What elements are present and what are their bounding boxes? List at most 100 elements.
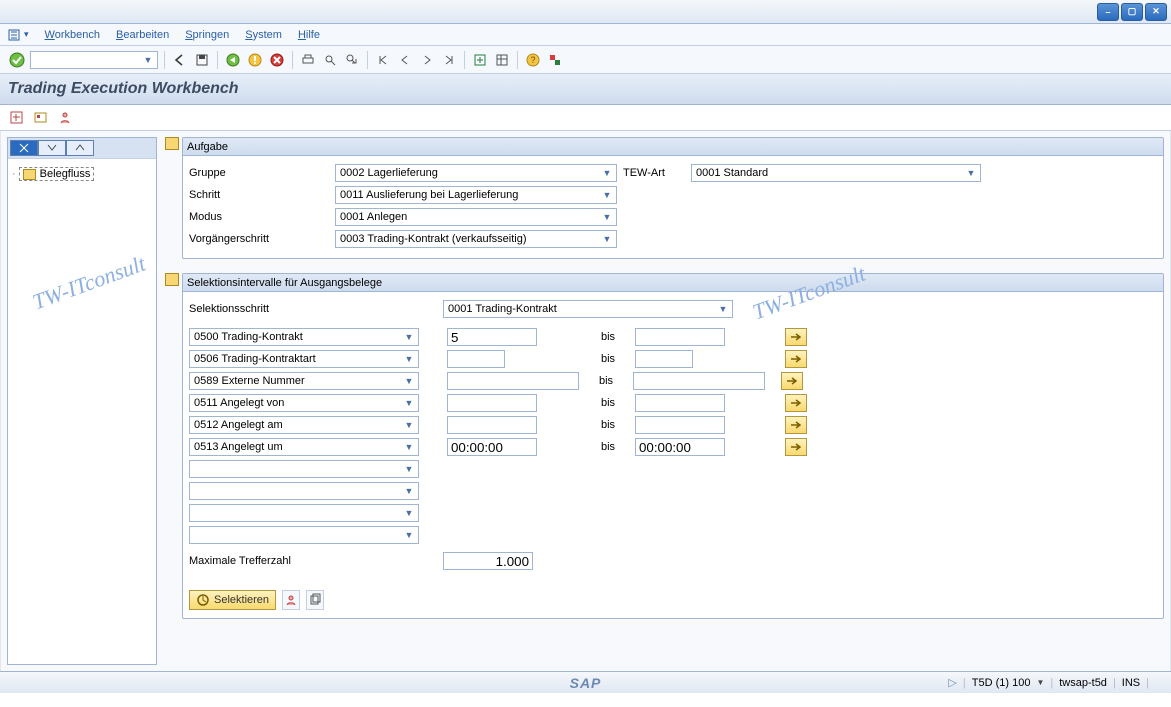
menu-lead-icon[interactable]: ▾ xyxy=(8,28,29,42)
multi-select-button[interactable] xyxy=(785,328,807,346)
sel-field-dropdown[interactable]: 0512 Angelegt am▼ xyxy=(189,416,419,434)
sel-to-input[interactable] xyxy=(635,350,693,368)
gruppe-dropdown[interactable]: 0002 Lagerlieferung▼ xyxy=(335,164,617,182)
sel-from-input[interactable] xyxy=(447,394,537,412)
selection-row: 0512 Angelegt am▼ bis xyxy=(189,414,1157,436)
multi-select-button[interactable] xyxy=(785,416,807,434)
sel-to-input[interactable] xyxy=(635,416,725,434)
selection-row: 0506 Trading-Kontraktart▼bis xyxy=(189,348,1157,370)
find-next-icon[interactable] xyxy=(343,51,361,69)
sel-from-input[interactable] xyxy=(447,328,537,346)
find-icon[interactable] xyxy=(321,51,339,69)
system-topbar: – ▢ ✕ xyxy=(0,0,1171,24)
app-icon-3[interactable] xyxy=(56,109,74,127)
menu-workbench[interactable]: Workbench xyxy=(45,29,100,41)
aufgabe-header-label: Aufgabe xyxy=(187,141,228,153)
status-nav-icon[interactable]: ▷ xyxy=(948,676,956,689)
selektieren-button[interactable]: Selektieren xyxy=(189,590,276,610)
sel-to-input[interactable] xyxy=(635,394,725,412)
command-field[interactable]: ▼ xyxy=(30,51,158,69)
menu-system[interactable]: System xyxy=(245,29,282,41)
new-session-icon[interactable] xyxy=(471,51,489,69)
side-expand-button[interactable] xyxy=(38,140,66,156)
copy-icon[interactable] xyxy=(306,590,324,610)
content-area: Aufgabe Gruppe 0002 Lagerlieferung▼ TEW-… xyxy=(165,137,1164,665)
side-panel: · Belegfluss xyxy=(7,137,157,665)
app-toolbar xyxy=(0,105,1171,131)
last-page-icon[interactable] xyxy=(440,51,458,69)
enter-icon[interactable] xyxy=(8,51,26,69)
layout-icon[interactable] xyxy=(493,51,511,69)
sel-empty-dropdown[interactable]: ▼ xyxy=(189,482,419,500)
main-area: · Belegfluss Aufgabe Gruppe 0002 Lagerli… xyxy=(0,131,1171,671)
aufgabe-header: Aufgabe xyxy=(183,138,1163,156)
status-dropdown-icon[interactable]: ▼ xyxy=(1036,678,1044,687)
back-ball-icon[interactable] xyxy=(224,51,242,69)
multi-select-button[interactable] xyxy=(785,394,807,412)
page-title: Trading Execution Workbench xyxy=(8,80,239,97)
sel-empty-dropdown[interactable]: ▼ xyxy=(189,504,419,522)
cancel-ball-icon[interactable] xyxy=(268,51,286,69)
sel-field-dropdown[interactable]: 0589 Externe Nummer▼ xyxy=(189,372,419,390)
multi-select-button[interactable] xyxy=(785,438,807,456)
side-close-button[interactable] xyxy=(10,140,38,156)
back-icon[interactable] xyxy=(171,51,189,69)
schritt-value: 0011 Auslieferung bei Lagerlieferung xyxy=(340,189,518,201)
sel-empty-dropdown[interactable]: ▼ xyxy=(189,460,419,478)
gruppe-value: 0002 Lagerlieferung xyxy=(340,167,438,179)
window-close-button[interactable]: ✕ xyxy=(1145,3,1167,21)
sel-to-input[interactable] xyxy=(635,328,725,346)
app-icon-2[interactable] xyxy=(32,109,50,127)
sel-empty-dropdown[interactable]: ▼ xyxy=(189,526,419,544)
menubar: ▾ Workbench Bearbeiten Springen System H… xyxy=(0,24,1171,46)
save-icon[interactable] xyxy=(193,51,211,69)
tree-item-belegfluss[interactable]: Belegfluss xyxy=(19,167,95,181)
selektion-header-label: Selektionsintervalle für Ausgangsbelege xyxy=(187,277,382,289)
schritt-label: Schritt xyxy=(189,189,329,201)
sel-from-input[interactable] xyxy=(447,416,537,434)
multi-select-button[interactable] xyxy=(785,350,807,368)
sel-from-input[interactable] xyxy=(447,372,579,390)
prev-page-icon[interactable] xyxy=(396,51,414,69)
next-page-icon[interactable] xyxy=(418,51,436,69)
help-icon[interactable]: ? xyxy=(524,51,542,69)
max-treffer-input[interactable] xyxy=(443,552,533,570)
multi-select-button[interactable] xyxy=(781,372,803,390)
menu-bearbeiten[interactable]: Bearbeiten xyxy=(116,29,169,41)
selektionsschritt-dropdown[interactable]: 0001 Trading-Kontrakt▼ xyxy=(443,300,733,318)
sel-field-dropdown[interactable]: 0506 Trading-Kontraktart▼ xyxy=(189,350,419,368)
tewart-dropdown[interactable]: 0001 Standard▼ xyxy=(691,164,981,182)
sel-field-dropdown[interactable]: 0500 Trading-Kontrakt▼ xyxy=(189,328,419,346)
menu-springen[interactable]: Springen xyxy=(185,29,229,41)
app-icon-1[interactable] xyxy=(8,109,26,127)
sel-field-dropdown[interactable]: 0511 Angelegt von▼ xyxy=(189,394,419,412)
sel-from-input[interactable] xyxy=(447,438,537,456)
menu-hilfe[interactable]: Hilfe xyxy=(298,29,320,41)
side-collapse-button[interactable] xyxy=(66,140,94,156)
tewart-label: TEW-Art xyxy=(623,167,685,179)
sap-logo: SAP xyxy=(570,675,602,691)
folder-icon xyxy=(23,169,36,180)
exit-ball-icon[interactable] xyxy=(246,51,264,69)
status-system: T5D (1) 100 xyxy=(972,677,1031,689)
modus-dropdown[interactable]: 0001 Anlegen▼ xyxy=(335,208,617,226)
bis-label: bis xyxy=(601,419,629,431)
customize-icon[interactable] xyxy=(546,51,564,69)
selektion-folder-icon[interactable] xyxy=(165,273,179,286)
aufgabe-folder-icon[interactable] xyxy=(165,137,179,150)
personalize-icon[interactable] xyxy=(282,590,300,610)
print-icon[interactable] xyxy=(299,51,317,69)
sel-to-input[interactable] xyxy=(633,372,765,390)
sel-from-input[interactable] xyxy=(447,350,505,368)
sel-to-input[interactable] xyxy=(635,438,725,456)
schritt-dropdown[interactable]: 0011 Auslieferung bei Lagerlieferung▼ xyxy=(335,186,617,204)
window-maximize-button[interactable]: ▢ xyxy=(1121,3,1143,21)
tree-bullet-icon: · xyxy=(12,168,16,180)
sel-field-dropdown[interactable]: 0513 Angelegt um▼ xyxy=(189,438,419,456)
modus-label: Modus xyxy=(189,211,329,223)
vorgaenger-dropdown[interactable]: 0003 Trading-Kontrakt (verkaufsseitig)▼ xyxy=(335,230,617,248)
svg-text:?: ? xyxy=(530,55,535,65)
first-page-icon[interactable] xyxy=(374,51,392,69)
bis-label: bis xyxy=(601,441,629,453)
window-minimize-button[interactable]: – xyxy=(1097,3,1119,21)
